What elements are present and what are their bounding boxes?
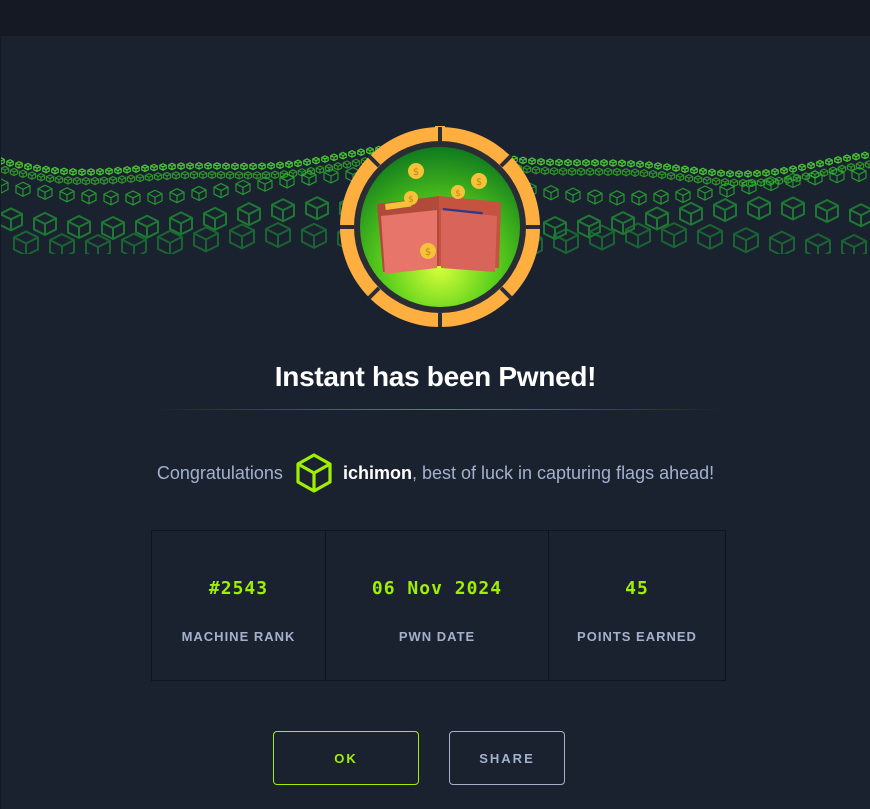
machine-badge: $ $ $ $ $ [339, 126, 541, 328]
hexagon-cube-icon [296, 453, 332, 493]
wallet-icon: $ $ $ $ $ [340, 126, 540, 327]
congrats-suffix: , best of luck in capturing flags ahead! [411, 462, 715, 483]
stats-panel: #2543 MACHINE RANK 06 Nov 2024 PWN DATE … [151, 530, 726, 681]
username: ichimon [342, 462, 412, 483]
machine-rank-label: MACHINE RANK [181, 629, 296, 644]
svg-text:$: $ [413, 167, 419, 178]
svg-text:$: $ [425, 247, 431, 258]
congrats-message: Congratulations ichimon , best of luck i… [1, 452, 870, 494]
svg-text:$: $ [408, 195, 414, 205]
pwn-date-value: 06 Nov 2024 [371, 578, 503, 599]
congrats-prefix: Congratulations [156, 462, 283, 483]
machine-rank-value: #2543 [208, 578, 269, 599]
pwn-date-label: PWN DATE [398, 629, 476, 644]
stat-points-earned: 45 POINTS EARNED [549, 531, 725, 680]
points-earned-value: 45 [625, 578, 649, 599]
title-divider [156, 409, 721, 410]
svg-text:$: $ [455, 189, 461, 199]
svg-text:$: $ [476, 177, 482, 188]
pwned-modal: $ $ $ $ $ Instant has been Pwned! Congra… [1, 36, 870, 809]
stat-machine-rank: #2543 MACHINE RANK [152, 531, 326, 680]
share-button[interactable]: SHARE [449, 731, 565, 785]
ok-button[interactable]: OK [273, 731, 419, 785]
points-earned-label: POINTS EARNED [577, 629, 697, 644]
stat-pwn-date: 06 Nov 2024 PWN DATE [326, 531, 549, 680]
pwned-title: Instant has been Pwned! [274, 361, 597, 392]
